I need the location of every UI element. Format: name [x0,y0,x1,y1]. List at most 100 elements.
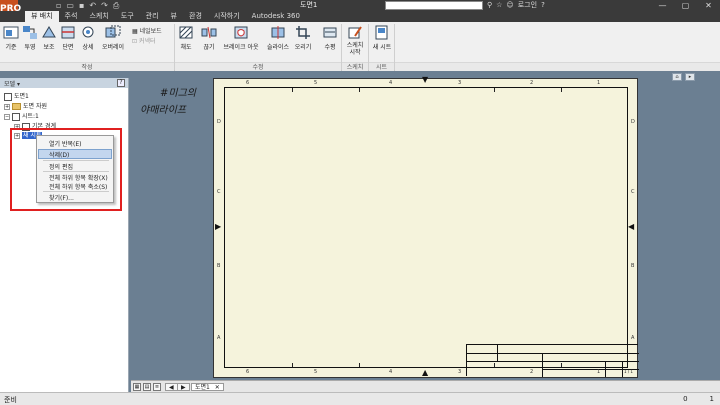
auxiliary-view-icon [42,26,56,38]
tab-get-started[interactable]: 시작하기 [208,11,246,22]
break-out-label: 브레이크 아웃 [223,44,259,51]
new-sheet-button[interactable]: 새 시트 [371,25,393,51]
crop-button[interactable]: 오리기 [293,25,313,51]
search-icon[interactable]: ⚲ [487,0,492,11]
tab-document[interactable]: 도면1 ✕ [191,383,224,391]
connector-button[interactable]: ⊡ 커넥터 [132,36,156,45]
title-bar: PRO ▫ ▭ ▪ ↶ ↷ ⎙ 도면1 ⚲ ☆ ☺ 로그인 ? — ▢ ✕ [0,0,720,22]
menu-item-collapse-all[interactable]: 전체 하위 항목 축소(S) [49,182,107,191]
tree-item-sheet[interactable]: − 시트:1 [4,111,39,121]
tab-manage[interactable]: 관리 [140,11,165,22]
tab-view[interactable]: 뷰 [165,11,183,22]
tree-root[interactable]: 도면1 [4,91,29,101]
signin-link[interactable]: 로그인 [518,0,537,11]
slice-button[interactable]: 슬라이스 [266,25,290,51]
zone-label: 6 [246,369,250,375]
print-icon[interactable]: ⎙ [113,1,119,10]
close-button[interactable]: ✕ [697,0,720,11]
maximize-button[interactable]: ▢ [674,0,697,11]
open-folder-icon[interactable]: ▭ [66,1,74,10]
section-view-button[interactable]: 단면 [60,25,76,51]
projected-view-icon [23,26,37,39]
close-tab-icon[interactable]: ✕ [215,384,220,391]
break-button[interactable]: 끊기 [201,25,217,51]
zone-tick [359,363,360,367]
undo-icon[interactable]: ↶ [89,1,96,10]
home-view-icon[interactable]: ⌂ [672,73,682,81]
projected-view-button[interactable]: 투영 [22,25,38,51]
drawing-icon [4,92,12,101]
sheet-border: 1 / 1 [224,87,639,377]
tree-item-resources[interactable]: + 도면 자원 [4,101,47,110]
zone-label: B [631,263,635,269]
connector-label: 커넥터 [138,38,156,45]
minimize-button[interactable]: — [651,0,674,11]
center-arrow-up-icon: ▲ [422,368,429,377]
new-file-icon[interactable]: ▫ [56,1,61,10]
help-icon[interactable]: ? [541,0,545,11]
prev-tab-button[interactable]: ◀ [165,383,178,391]
break-icon [201,26,217,39]
base-view-icon [3,26,19,39]
title-block-line [497,345,498,361]
list-icon[interactable]: ≡ [153,383,161,391]
menu-item-edit-definition[interactable]: 정의 편집 [49,162,73,171]
star-icon[interactable]: ☆ [496,0,502,11]
menu-item-find[interactable]: 찾기(F)... [49,193,74,202]
zone-label: C [631,189,635,195]
slice-icon [271,26,285,39]
save-icon[interactable]: ▪ [79,1,84,10]
panel-sketch-label: 스케치 [342,62,368,71]
collapse-icon[interactable]: − [4,113,10,120]
menu-item-expand-all[interactable]: 전체 하위 항목 확장(X) [49,173,108,182]
next-tab-button[interactable]: ▶ [177,383,190,391]
zone-label: D [631,119,635,125]
auxiliary-view-button[interactable]: 보조 [41,25,57,51]
title-bar-icons: ⚲ ☆ ☺ 로그인 ? [487,0,545,11]
drawing-sheet[interactable]: 1 / 1 6 5 4 3 2 1 6 5 4 3 2 1 D C B A D … [213,76,639,378]
nav-bar-icon[interactable]: ▸ [685,73,695,81]
tile-icon[interactable]: ▦ [133,383,141,391]
tree-item-label: 도면 자원 [23,103,47,110]
slice-label: 슬라이스 [266,44,290,51]
redo-icon[interactable]: ↷ [101,1,108,10]
zone-label: 5 [314,80,318,86]
user-icon[interactable]: ☺ [506,0,513,11]
detail-view-button[interactable]: 상세 [80,25,96,51]
tab-sketch[interactable]: 스케치 [83,11,114,22]
panel-modify-label: 수정 [175,62,341,71]
horizontal-button[interactable]: 수평 [320,25,340,51]
base-view-button[interactable]: 기준 [3,25,19,51]
menu-separator [43,160,109,161]
menu-separator [43,171,109,172]
watermark: #미그의 야매라이프 [140,85,210,119]
tab-annotate[interactable]: 주석 [59,11,84,22]
hatch-label: 채도 [180,44,192,51]
start-sketch-button[interactable]: 스케치 시작 [344,25,366,56]
tab-environments[interactable]: 환경 [183,11,208,22]
center-arrow-left-icon: ◀ [628,222,635,231]
ribbon-tab-bar: 뷰 배치 주석 스케치 도구 관리 뷰 환경 시작하기 Autodesk 360 [0,11,720,22]
status-counters: 0 1 [683,395,714,403]
zone-label: 3 [458,369,462,375]
search-input[interactable] [385,1,483,10]
cascade-icon[interactable]: ▤ [143,383,151,391]
break-label: 끊기 [203,44,215,51]
hatch-button[interactable]: 채도 [178,25,194,51]
overlay-view-button[interactable]: 오버레이 [99,25,127,51]
expand-icon[interactable]: + [4,103,10,110]
tab-tools[interactable]: 도구 [115,11,140,22]
nailboard-icon: ▦ [132,28,138,35]
document-tab-label: 도면1 [195,384,210,391]
nailboard-button[interactable]: ▦ 네일보드 [132,26,162,35]
title-block-line [605,361,606,377]
tab-view-layout[interactable]: 뷰 배치 [25,11,59,22]
window-controls: — ▢ ✕ [651,0,720,11]
menu-item-repeat[interactable]: 열기 반복(E) [49,139,81,148]
break-out-button[interactable]: 브레이크 아웃 [219,25,263,51]
tab-autodesk-360[interactable]: Autodesk 360 [246,11,306,22]
browser-help-icon[interactable]: ? [117,79,125,87]
menu-item-delete[interactable]: 삭제(D) [49,150,69,159]
browser-filter-dropdown[interactable]: 모델 ▾ [4,79,20,88]
title-block-line [622,361,623,377]
